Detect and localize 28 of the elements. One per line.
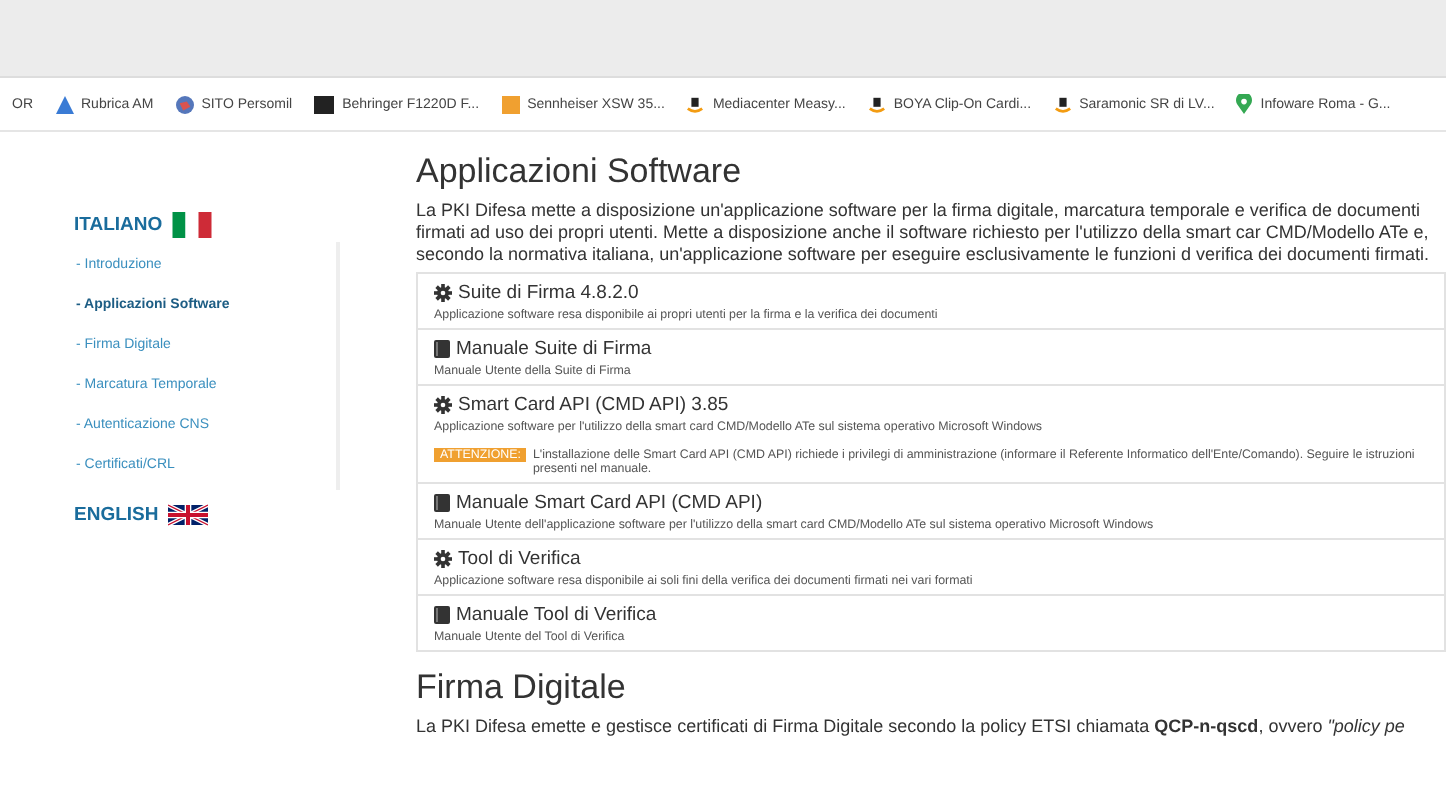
triangle-icon [55,95,73,113]
section-paragraph: La PKI Difesa emette e gestisce certificati di Firma Digitale secondo la policy ETSI chiamata QCP-n-qscd, ovvero "policy pe [416,716,1407,738]
download-link[interactable]: Smart Card API (CMD API) 3.85 [434,394,1428,416]
book-icon [434,340,450,358]
flag-icon [172,212,213,238]
section-title: Applicazioni Software [416,152,744,192]
book-icon [434,494,450,512]
smile-a-icon [1053,95,1072,113]
flag-icon [168,502,209,528]
gear-icon [434,550,452,568]
intro-paragraph: La PKI Difesa mette a disposizione un'applicazione software per la firma digitale, marcatura temporale e verifica de documenti firmati ad uso dei propri utenti. Mette a disposizione anche il software richiesto per l'utilizzo della smart car CMD/Modello ATe e, secondo la normativa italiana, un'applicazione software per eseguire esclusivamente le funzioni d verifica dei documenti firmati. [416,200,1431,266]
download-link[interactable]: Tool di Verifica [434,548,1428,570]
section-title: Firma Digitale [416,668,628,708]
gear-icon [434,396,452,414]
language-heading[interactable]: ENGLISH [74,502,346,528]
download-link[interactable]: Manuale Smart Card API (CMD API) [434,492,1428,514]
smile-a-icon [686,95,705,113]
book-icon [434,606,450,624]
smile-a-icon [867,95,886,113]
square-logo-icon [501,95,520,113]
language-heading[interactable]: ITALIANO [74,212,346,238]
globe-icon [175,95,194,113]
map-pin-icon [1236,94,1253,114]
gear-icon [434,284,452,302]
square-logo-icon [314,95,335,113]
download-link[interactable]: Manuale Tool di Verifica [434,604,1428,626]
download-link[interactable]: Suite di Firma 4.8.2.0 [434,282,1428,304]
download-link[interactable]: Manuale Suite di Firma [434,338,1428,360]
